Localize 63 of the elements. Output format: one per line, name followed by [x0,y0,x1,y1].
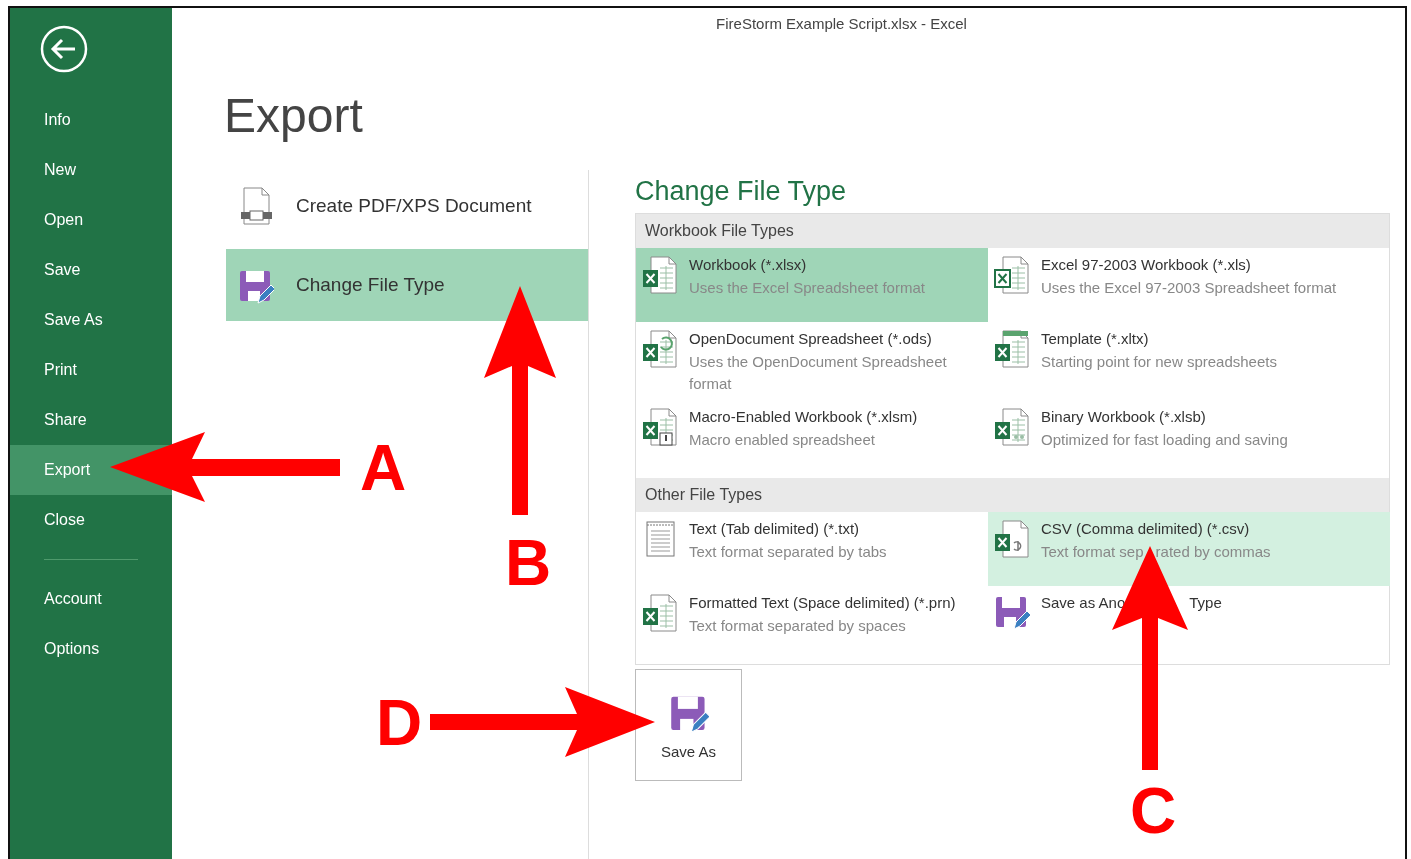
file-type-option[interactable]: OpenDocument Spreadsheet (*.ods) Uses the OpenDocument Spreadsheet format [636,322,988,400]
file-type-name: Type [1189,593,1222,613]
spreadsheet-file-icon [994,329,1030,369]
file-type-name: CSV (Comma delimited) (*.csv) [1041,519,1251,539]
spreadsheet-file-icon [642,329,678,369]
annotation-label: C [1130,775,1177,847]
spreadsheet-file-icon [994,407,1030,447]
spreadsheet-file-icon [994,519,1030,559]
back-icon[interactable] [40,25,88,73]
file-type-name: Excel 97-2003 Workbook (*.xls) [1041,255,1252,275]
annotation-label: B [505,527,552,599]
file-type-option[interactable]: Binary Workbook (*.xlsb) Optimized for fast loading and saving [988,400,1390,474]
sidebar-item[interactable]: Account [10,574,172,624]
file-type-name: Template (*.xltx) [1041,329,1150,349]
sidebar-item[interactable]: New [10,145,172,195]
file-type-description: Macro enabled spreadsheet [689,430,876,450]
file-type-option[interactable]: Excel 97-2003 Workbook (*.xls) Uses the Excel 97-2003 Spreadsheet format [988,248,1390,322]
file-type-option[interactable]: Save as Ano Type [988,586,1390,660]
file-type-option[interactable]: Text (Tab delimited) (*.txt) Text format separated by tabs [636,512,988,586]
file-type-option[interactable]: Workbook (*.xlsx) Uses the Excel Spreadsheet format [636,248,988,322]
file-type-name: Text (Tab delimited) (*.txt) [689,519,861,539]
file-type-description: Uses the Excel 97-2003 Spreadsheet format [1041,278,1337,298]
file-type-option[interactable]: Macro-Enabled Workbook (*.xlsm) Macro enabled spreadsheet [636,400,988,474]
file-type-name: Binary Workbook (*.xlsb) [1041,407,1207,427]
file-type-description: Starting point for new spreadsheets [1041,352,1277,372]
file-type-description: Uses the OpenDocument Spreadsheet format [689,352,948,394]
annotation-label: A [360,432,407,504]
sidebar-item[interactable]: Open [10,195,172,245]
page-title: Export [224,88,364,144]
spreadsheet-file-icon [642,255,678,295]
document-icon [238,186,274,226]
file-type-option[interactable]: CSV (Comma delimited) (*.csv) Text format sep rated by commas [988,512,1390,586]
file-type-description: Text format separated by spaces [689,616,907,636]
file-type-description: Text format sep [1041,542,1144,562]
group-header: Other File Types [636,478,1389,512]
group-header: Workbook File Types [636,214,1389,248]
sidebar-item[interactable]: Options [10,624,172,674]
spreadsheet-file-icon [994,255,1030,295]
window-title: FireStorm Example Script.xlsx - Excel [716,14,967,32]
file-type-option[interactable]: Formatted Text (Space delimited) (*.prn) Text format separated by spaces [636,586,988,660]
sidebar-item[interactable]: Save As [10,295,172,345]
spreadsheet-file-icon [642,593,678,633]
file-type-name: Workbook (*.xlsx) [689,255,808,275]
sidebar-item[interactable]: Share [10,395,172,445]
sidebar-item[interactable]: Print [10,345,172,395]
file-type-name: OpenDocument Spreadsheet (*.ods) [689,329,933,349]
sidebar-item[interactable]: Close [10,495,172,545]
annotation-label: D [376,687,423,759]
file-type-description: Optimized for fast loading and saving [1041,430,1288,450]
file-type-description: rated by commas [1155,542,1271,562]
save-as-button[interactable]: Save As [635,669,742,781]
export-option[interactable]: Create PDF/XPS Document [226,170,588,242]
file-type-name: Macro-Enabled Workbook (*.xlsm) [689,407,918,427]
file-type-name: Formatted Text (Space delimited) (*.prn) [689,593,956,613]
export-option[interactable]: Change File Type [226,249,588,321]
section-heading: Change File Type [635,176,847,207]
file-type-description: Uses the Excel Spreadsheet format [689,278,925,298]
spreadsheet-file-icon [642,407,678,447]
sidebar-item[interactable]: Info [10,95,172,145]
file-type-name: Save as Ano [1041,593,1126,613]
sidebar-item[interactable]: Save [10,245,172,295]
file-type-description: Text format separated by tabs [689,542,887,562]
file-type-option[interactable]: Template (*.xltx) Starting point for new spreadsheets [988,322,1390,400]
